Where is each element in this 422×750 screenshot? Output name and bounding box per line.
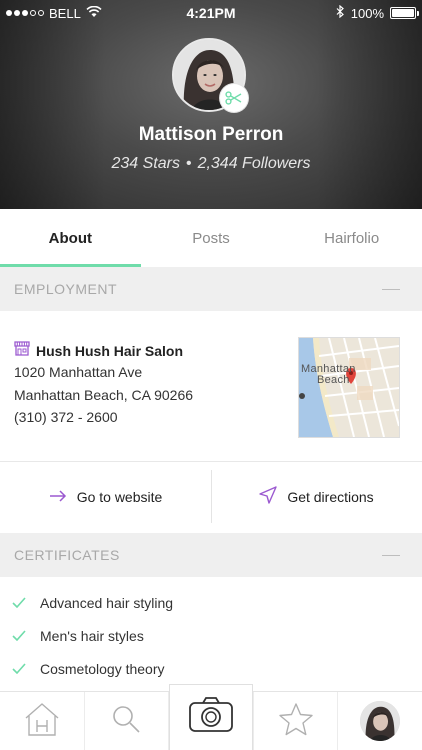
collapse-icon[interactable] xyxy=(382,288,400,290)
salon-phone[interactable]: (310) 372 - 2600 xyxy=(14,409,118,425)
tabbar-camera[interactable] xyxy=(168,684,253,750)
tabbar-search[interactable] xyxy=(83,692,169,750)
status-bar: BELL 4:21PM 100% xyxy=(0,0,422,26)
employment-section-header[interactable]: EMPLOYMENT xyxy=(0,267,422,311)
battery-icon xyxy=(390,7,419,19)
certificates-section-header[interactable]: CERTIFICATES xyxy=(0,533,422,577)
address-line1: 1020 Manhattan Ave xyxy=(14,364,143,380)
tabbar-home[interactable] xyxy=(0,692,84,750)
salon-icon xyxy=(14,341,30,361)
battery-percent: 100% xyxy=(350,5,384,21)
list-item: Advanced hair styling xyxy=(12,595,173,611)
certificates-list: Advanced hair styling Men's hair styles … xyxy=(0,577,422,691)
certificate-label: Advanced hair styling xyxy=(40,595,174,611)
go-to-website-label: Go to website xyxy=(76,488,163,505)
list-item: Cosmetology theory xyxy=(12,661,165,677)
stars-count[interactable]: 234 Stars xyxy=(111,155,179,172)
certificates-section-title: CERTIFICATES xyxy=(14,547,120,563)
scissors-badge-icon xyxy=(220,84,248,112)
profile-header: BELL 4:21PM 100% Mattison Perron 234 Sta… xyxy=(0,0,422,209)
employment-section-title: EMPLOYMENT xyxy=(14,281,118,297)
tabbar-profile[interactable] xyxy=(337,692,422,750)
salon-title-row: Hush Hush Hair Salon xyxy=(14,341,183,361)
signal-strength-icon xyxy=(6,10,44,16)
go-to-website-button[interactable]: Go to website xyxy=(0,462,211,531)
profile-stats: 234 Stars • 2,344 Followers xyxy=(0,155,422,173)
camera-icon xyxy=(188,697,234,738)
profile-tabs: About Posts Hairfolio xyxy=(0,209,422,267)
certificate-label: Cosmetology theory xyxy=(40,661,165,677)
collapse-icon[interactable] xyxy=(382,554,400,556)
navigation-arrow-icon xyxy=(259,486,278,507)
bottom-tab-bar xyxy=(0,684,422,750)
carrier-label: BELL xyxy=(49,5,81,21)
employment-card: Hush Hush Hair Salon 1020 Manhattan Ave … xyxy=(0,311,422,461)
map-label: Manhattan Beach xyxy=(301,364,356,386)
followers-count[interactable]: 2,344 Followers xyxy=(198,155,311,172)
employment-actions: Go to website Get directions xyxy=(0,461,422,531)
arrow-right-icon xyxy=(49,489,67,505)
profile-avatar-group xyxy=(172,38,248,112)
certificate-label: Men's hair styles xyxy=(40,628,144,644)
get-directions-label: Get directions xyxy=(287,488,374,505)
battery-fill xyxy=(392,9,414,17)
address-line2: Manhattan Beach, CA 90266 xyxy=(14,387,194,403)
location-map[interactable]: Manhattan Beach xyxy=(298,337,400,438)
checkmark-icon xyxy=(12,661,26,677)
checkmark-icon xyxy=(12,628,26,644)
get-directions-button[interactable]: Get directions xyxy=(211,462,422,531)
search-icon xyxy=(111,704,141,739)
tab-hairfolio[interactable]: Hairfolio xyxy=(281,209,422,267)
map-label-line2: Beach xyxy=(317,374,350,386)
checkmark-icon xyxy=(12,595,26,611)
profile-avatar-small xyxy=(360,701,401,741)
salon-name[interactable]: Hush Hush Hair Salon xyxy=(36,343,183,359)
home-icon xyxy=(24,702,60,741)
list-item: Men's hair styles xyxy=(12,628,144,644)
tabbar-favorites[interactable] xyxy=(252,692,338,750)
bluetooth-icon xyxy=(336,4,345,21)
stats-separator: • xyxy=(185,155,192,172)
wifi-icon xyxy=(86,5,102,21)
star-icon xyxy=(278,702,314,741)
profile-name: Mattison Perron xyxy=(138,124,284,145)
tab-posts[interactable]: Posts xyxy=(141,209,282,267)
tab-about[interactable]: About xyxy=(0,209,141,267)
